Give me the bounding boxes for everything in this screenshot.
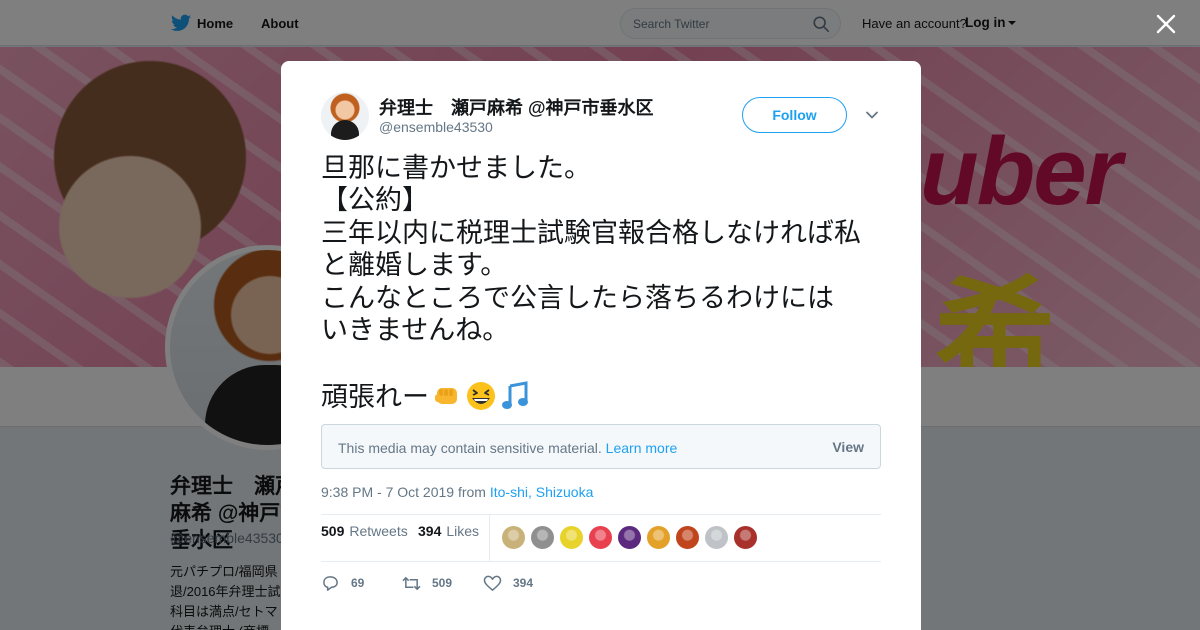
retweet-icon xyxy=(402,577,421,590)
reply-count: 69 xyxy=(351,576,365,590)
author-avatar[interactable] xyxy=(321,92,369,140)
likes-label: Likes xyxy=(446,523,480,539)
retweet-count: 509 xyxy=(432,576,453,590)
liker-avatar-7[interactable] xyxy=(675,525,700,550)
likes-count: 394 xyxy=(418,523,442,539)
heart-icon xyxy=(483,575,502,591)
author-handle[interactable]: @ensemble43530 xyxy=(379,119,493,135)
tweet-location-link[interactable]: Ito-shi, Shizuoka xyxy=(490,484,594,500)
tweet-text-line: 【公約】 xyxy=(321,185,429,217)
tweet-text-line: いきませんね。 xyxy=(321,315,510,347)
view-media-button[interactable]: View xyxy=(832,439,864,455)
likes-stat[interactable]: 394 Likes xyxy=(418,523,479,539)
retweets-label: Retweets xyxy=(349,523,408,539)
liker-avatar-6[interactable] xyxy=(646,525,671,550)
retweets-stat[interactable]: 509 Retweets xyxy=(321,523,408,539)
grinning-squinting-face-emoji xyxy=(467,381,495,410)
tweet-text: 旦那に書かせました。 【公約】 三年以内に税理士試験官報合格しなければ私 と離婚… xyxy=(321,153,886,414)
sensitive-media-text: This media may contain sensitive materia… xyxy=(338,440,677,456)
tweet-time[interactable]: 9:38 PM - 7 Oct 2019 from xyxy=(321,484,486,500)
author-avatar-figure xyxy=(331,120,359,140)
liker-avatar-5[interactable] xyxy=(617,525,642,550)
sensitive-media-notice: This media may contain sensitive materia… xyxy=(321,424,881,469)
oncoming-fist-emoji xyxy=(435,387,457,404)
liker-avatar-2[interactable] xyxy=(530,525,555,550)
divider xyxy=(321,514,881,515)
retweets-count: 509 xyxy=(321,523,345,539)
learn-more-link[interactable]: Learn more xyxy=(606,440,678,456)
liker-avatar-3[interactable] xyxy=(559,525,584,550)
liker-avatar-9[interactable] xyxy=(733,525,758,550)
tweet-modal: 弁理士 瀬戸麻希 @神戸市垂水区 @ensemble43530 Follow 旦… xyxy=(281,61,921,630)
reply-icon xyxy=(323,576,338,591)
tweet-text-line: 頑張れー xyxy=(321,381,429,413)
liker-avatar-1[interactable] xyxy=(501,525,526,550)
close-icon[interactable] xyxy=(1155,13,1177,35)
liker-avatar-8[interactable] xyxy=(704,525,729,550)
like-count: 394 xyxy=(513,576,534,590)
tweet-text-line: 三年以内に税理士試験官報合格しなければ私 xyxy=(321,217,861,249)
sensitive-media-message: This media may contain sensitive materia… xyxy=(338,440,602,456)
divider xyxy=(321,561,881,562)
tweet-text-last-line: 頑張れー xyxy=(321,380,886,414)
tweet-timestamp: 9:38 PM - 7 Oct 2019 from Ito-shi, Shizu… xyxy=(321,484,593,500)
musical-notes-emoji xyxy=(502,381,528,409)
tweet-text-line: 旦那に書かせました。 xyxy=(321,153,591,184)
liker-avatar-4[interactable] xyxy=(588,525,613,550)
follow-button[interactable]: Follow xyxy=(742,97,847,133)
tweet-text-line: と離婚します。 xyxy=(321,250,508,282)
tweet-text-line: こんなところで公言したら落ちるわけには xyxy=(321,282,834,314)
stats-separator xyxy=(489,515,490,562)
author-name[interactable]: 弁理士 瀬戸麻希 @神戸市垂水区 xyxy=(379,94,654,120)
chevron-down-icon[interactable] xyxy=(865,108,879,122)
